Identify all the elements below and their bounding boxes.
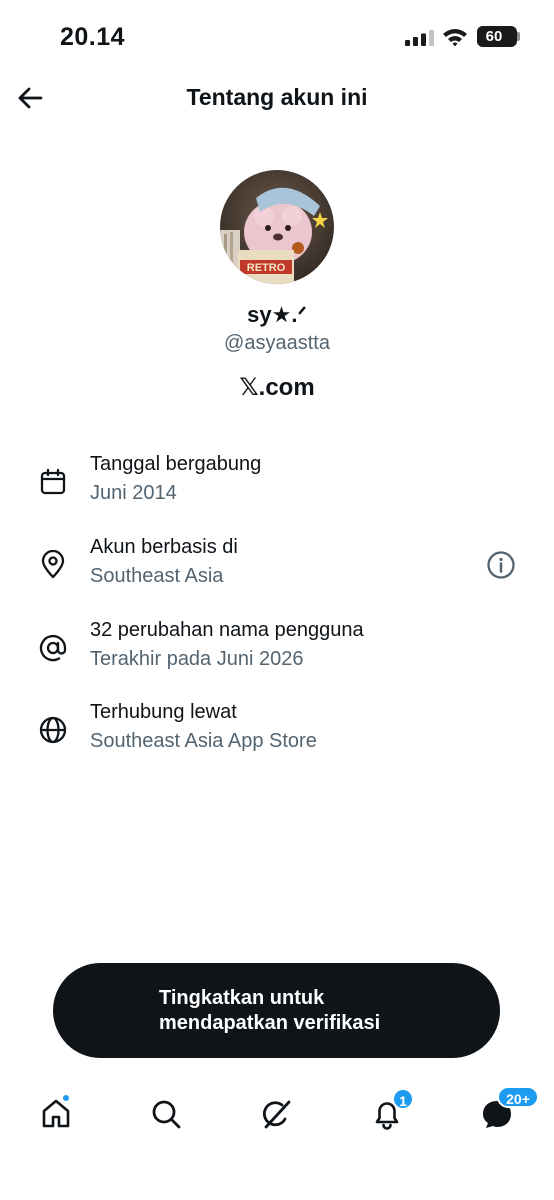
info-icon [487, 551, 515, 579]
info-subtitle: Southeast Asia [90, 565, 224, 587]
info-title: Tanggal bergabung [90, 453, 262, 475]
battery-icon: 60 [477, 26, 517, 47]
status-bar: 20.14 60 [0, 0, 554, 70]
display-name: sy★.ᐟ [247, 302, 307, 327]
status-time: 20.14 [60, 23, 126, 51]
home-icon [42, 1099, 70, 1128]
bottom-tab-bar: 1 20+ [0, 1080, 554, 1160]
info-row-username-changes: 32 perubahan nama pengguna Terakhir pada… [0, 619, 554, 689]
search-icon [152, 1100, 181, 1129]
info-subtitle: Terakhir pada Juni 2026 [90, 648, 304, 670]
tab-notifications[interactable]: 1 [367, 1088, 414, 1134]
info-title: Akun berbasis di [90, 536, 238, 558]
messages-badge: 20+ [497, 1086, 539, 1108]
grok-icon [262, 1100, 291, 1129]
svg-text:RETRO: RETRO [247, 262, 286, 274]
battery-tip [517, 32, 520, 41]
info-row-connected-via: Terhubung lewat Southeast Asia App Store [0, 701, 554, 771]
avatar[interactable]: RETRO [220, 170, 334, 284]
cta-line-2: mendapatkan verifikasi [159, 1012, 381, 1034]
battery-percent: 60 [485, 28, 503, 45]
calendar-icon [36, 465, 70, 499]
cta-line-1: Tingkatkan untuk [159, 987, 325, 1009]
tab-home[interactable] [36, 1094, 76, 1134]
username-handle: @asyaastta [224, 332, 330, 354]
info-button[interactable] [484, 548, 518, 582]
info-row-account-based-in: Akun berbasis di Southeast Asia [0, 536, 554, 606]
notification-badge: 1 [392, 1088, 414, 1110]
info-subtitle: Juni 2014 [90, 482, 177, 504]
get-verified-button[interactable]: Tingkatkan untuk mendapatkan verifikasi [53, 963, 500, 1058]
info-row-join-date: Tanggal bergabung Juni 2014 [0, 453, 554, 523]
info-title: Terhubung lewat [90, 701, 237, 723]
tab-messages[interactable]: 20+ [477, 1086, 539, 1134]
avatar-image: RETRO [220, 170, 334, 284]
globe-icon [36, 713, 70, 747]
wifi-icon [443, 29, 467, 47]
site-label: 𝕏.com [239, 374, 315, 401]
info-subtitle: Southeast Asia App Store [90, 730, 317, 752]
tab-grok[interactable] [257, 1094, 297, 1134]
location-pin-icon [36, 548, 70, 582]
info-title: 32 perubahan nama pengguna [90, 619, 364, 641]
tab-search[interactable] [146, 1094, 186, 1134]
home-notification-dot [62, 1094, 70, 1102]
page-title: Tentang akun ini [186, 84, 368, 110]
at-sign-icon [36, 631, 70, 665]
signal-icon [405, 30, 434, 46]
arrow-left-icon [18, 87, 43, 109]
cta-label: Tingkatkan untuk mendapatkan verifikasi [159, 986, 479, 1036]
back-button[interactable] [12, 80, 48, 116]
